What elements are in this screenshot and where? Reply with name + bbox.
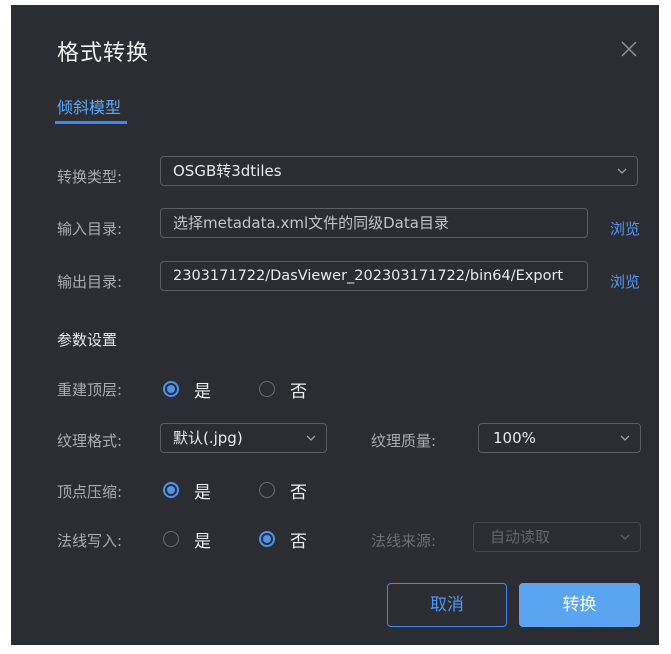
chevron-down-icon xyxy=(306,435,316,441)
input-dir-field[interactable]: 选择metadata.xml文件的同级Data目录 xyxy=(160,208,588,238)
rebuild-top-label: 重建顶层: xyxy=(57,381,123,399)
texture-quality-value: 100% xyxy=(493,429,536,447)
texture-format-value: 默认(.jpg) xyxy=(173,429,243,447)
chevron-down-icon xyxy=(620,534,630,540)
normal-write-yes-label: 是 xyxy=(194,532,211,552)
dialog-title: 格式转换 xyxy=(57,41,150,66)
tab-active-indicator xyxy=(55,121,127,124)
close-icon[interactable] xyxy=(619,39,639,59)
rebuild-top-no-label: 否 xyxy=(290,382,307,402)
normal-write-no-radio[interactable] xyxy=(259,531,275,547)
tab-tilt-model[interactable]: 倾斜模型 xyxy=(57,94,121,118)
params-section-title: 参数设置 xyxy=(57,331,118,349)
rebuild-top-yes-label: 是 xyxy=(194,382,211,402)
convert-type-value: OSGB转3dtiles xyxy=(173,162,282,180)
vertex-compress-no-label: 否 xyxy=(290,483,307,503)
convert-type-select[interactable]: OSGB转3dtiles xyxy=(160,156,638,186)
normal-write-no-label: 否 xyxy=(290,532,307,552)
normal-source-value: 自动读取 xyxy=(490,528,551,546)
vertex-compress-yes-label: 是 xyxy=(194,483,211,503)
convert-button[interactable]: 转换 xyxy=(519,583,640,627)
rebuild-top-yes-radio[interactable] xyxy=(163,381,179,397)
rebuild-top-no-radio[interactable] xyxy=(259,381,275,397)
normal-source-label: 法线来源: xyxy=(371,532,437,550)
format-convert-dialog: 格式转换 倾斜模型 转换类型: OSGB转3dtiles 输入目录: 选择met… xyxy=(11,5,659,645)
convert-type-label: 转换类型: xyxy=(57,168,123,186)
normal-write-yes-radio[interactable] xyxy=(163,531,179,547)
normal-write-label: 法线写入: xyxy=(57,532,123,550)
texture-format-label: 纹理格式: xyxy=(57,432,123,450)
vertex-compress-yes-radio[interactable] xyxy=(163,482,179,498)
chevron-down-icon xyxy=(617,168,627,174)
output-dir-field[interactable]: 2303171722/DasViewer_202303171722/bin64/… xyxy=(160,261,588,291)
chevron-down-icon xyxy=(620,435,630,441)
texture-format-select[interactable]: 默认(.jpg) xyxy=(160,423,327,453)
input-browse-link[interactable]: 浏览 xyxy=(610,218,640,239)
output-dir-label: 输出目录: xyxy=(57,273,123,291)
output-browse-link[interactable]: 浏览 xyxy=(610,271,640,292)
cancel-button[interactable]: 取消 xyxy=(387,583,507,627)
vertex-compress-no-radio[interactable] xyxy=(259,482,275,498)
input-dir-label: 输入目录: xyxy=(57,220,123,238)
vertex-compress-label: 顶点压缩: xyxy=(57,483,123,501)
normal-source-select[interactable]: 自动读取 xyxy=(473,522,641,552)
texture-quality-label: 纹理质量: xyxy=(371,432,437,450)
texture-quality-select[interactable]: 100% xyxy=(478,423,641,453)
